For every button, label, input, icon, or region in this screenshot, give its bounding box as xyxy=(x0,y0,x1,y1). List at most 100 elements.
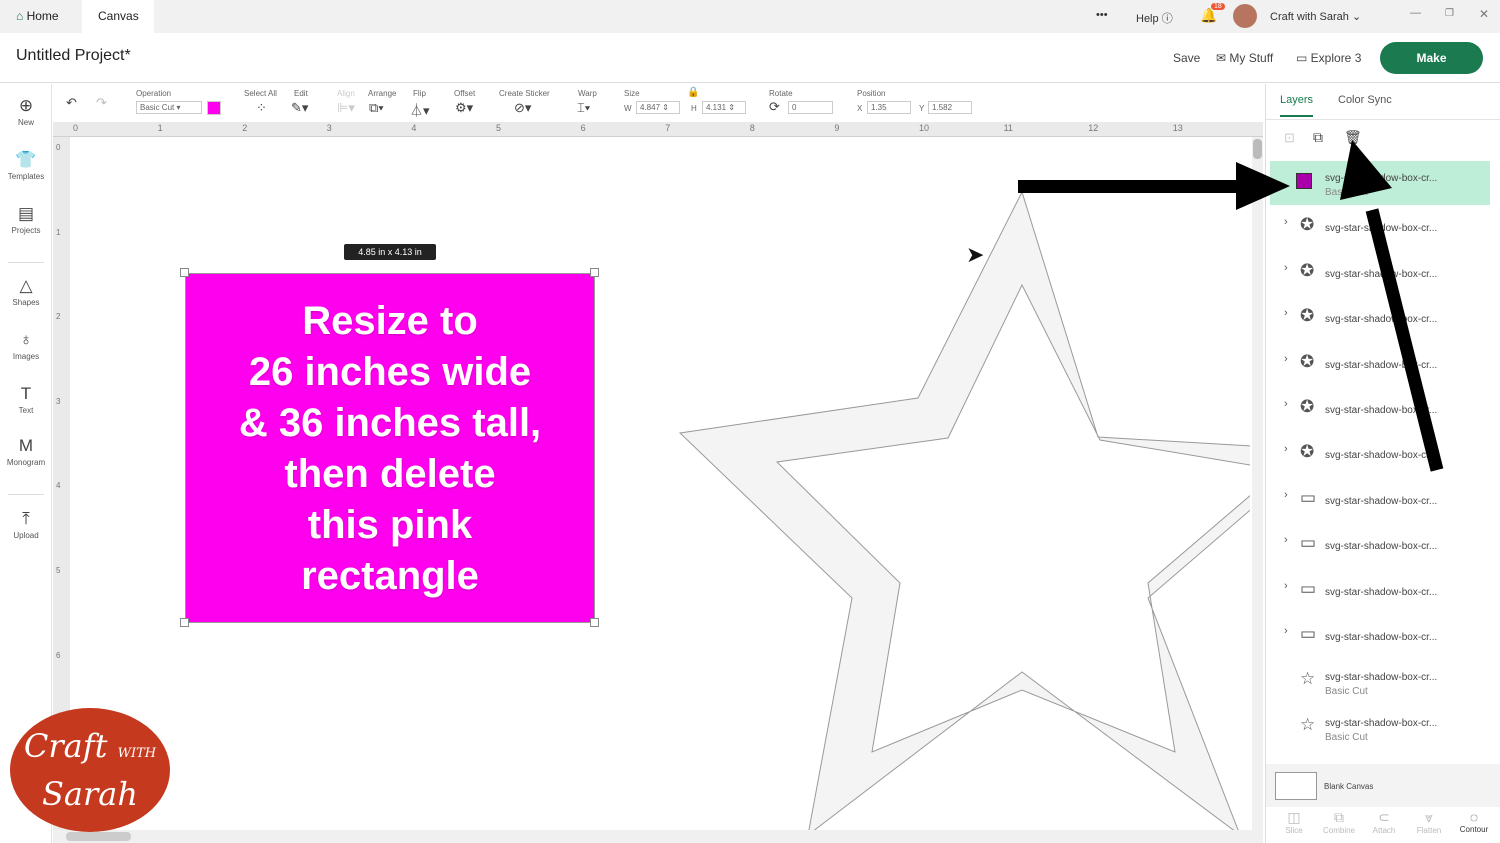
contour-button[interactable]: ◌ Contour xyxy=(1454,809,1494,834)
redo-icon[interactable]: ↷ xyxy=(96,95,107,111)
sidebar-label: New xyxy=(17,118,34,127)
combine-button[interactable]: ⧉ Combine xyxy=(1319,809,1359,835)
offset-label: Offset xyxy=(454,89,476,98)
color-swatch[interactable] xyxy=(207,101,221,115)
layer-operation: Basic Cut xyxy=(1325,686,1368,698)
flip-icon[interactable]: ⏃▾ xyxy=(410,100,430,119)
layer-item[interactable]: › ✪ svg-star-shadow-box-cr... xyxy=(1270,297,1490,341)
sidebar-item-templates[interactable]: 👕 Templates xyxy=(0,150,52,181)
sidebar-item-upload[interactable]: ⤒ Upload xyxy=(0,509,52,540)
layer-item[interactable]: › ▭ svg-star-shadow-box-cr... xyxy=(1270,479,1490,523)
layer-item[interactable]: › ✪ svg-star-shadow-box-cr... xyxy=(1270,206,1490,250)
width-input[interactable]: 4.847 ⇕ xyxy=(636,101,680,114)
sidebar-item-images[interactable]: ♁ Images xyxy=(0,330,52,361)
machine-select[interactable]: ▭ Explore 3 xyxy=(1296,51,1361,65)
chevron-right-icon[interactable]: › xyxy=(1284,307,1288,319)
chevron-right-icon[interactable]: › xyxy=(1284,625,1288,637)
make-button[interactable]: Make xyxy=(1380,42,1483,74)
layer-item[interactable]: ☆ svg-star-shadow-box-cr... Basic Cut xyxy=(1270,660,1490,704)
chevron-right-icon[interactable]: › xyxy=(1284,216,1288,228)
chevron-right-icon[interactable]: › xyxy=(1284,489,1288,501)
edit-icon[interactable]: ✎▾ xyxy=(291,100,308,116)
layer-item[interactable]: › ▭ svg-star-shadow-box-cr... xyxy=(1270,570,1490,614)
rotate-input[interactable]: 0 xyxy=(788,101,833,114)
layer-name: svg-star-shadow-box-cr... xyxy=(1325,717,1438,729)
vertical-scrollbar[interactable] xyxy=(1252,137,1263,830)
layer-item[interactable]: › ✪ svg-star-shadow-box-cr... xyxy=(1270,433,1490,477)
layer-item[interactable]: › ▭ svg-star-shadow-box-cr... xyxy=(1270,524,1490,568)
y-input[interactable]: 1.582 xyxy=(928,101,972,114)
flatten-button[interactable]: ⩔ Flatten xyxy=(1409,809,1449,835)
more-menu[interactable]: ••• xyxy=(1096,9,1108,21)
tab-layers[interactable]: Layers xyxy=(1280,94,1314,117)
chevron-right-icon[interactable]: › xyxy=(1284,398,1288,410)
avatar[interactable] xyxy=(1233,4,1257,28)
slice-button[interactable]: ◫ Slice xyxy=(1274,809,1314,835)
layer-item[interactable]: svg-star-shadow-box-cr... Basic Cut xyxy=(1270,161,1490,205)
layer-shape-icon: ▭ xyxy=(1300,487,1317,507)
resize-handle[interactable] xyxy=(180,618,189,627)
create-sticker-icon[interactable]: ⊘▾ xyxy=(514,100,531,116)
project-title[interactable]: Untitled Project* xyxy=(16,47,131,65)
sidebar-item-text[interactable]: T Text xyxy=(0,384,52,415)
select-all-icon[interactable]: ⁘ xyxy=(256,100,267,116)
layer-item[interactable]: › ✪ svg-star-shadow-box-cr... xyxy=(1270,252,1490,296)
arrange-icon[interactable]: ⧉▾ xyxy=(369,100,384,116)
layer-item[interactable]: › ✪ svg-star-shadow-box-cr... xyxy=(1270,343,1490,387)
arrange-label: Arrange xyxy=(368,89,397,98)
x-value: 1.35 xyxy=(871,103,887,112)
operation-label: Operation xyxy=(136,89,172,98)
ruler-tick: 2 xyxy=(242,123,248,133)
maximize-button[interactable]: ❐ xyxy=(1445,8,1454,19)
help-link[interactable]: Help ⓘ xyxy=(1136,10,1173,26)
duplicate-icon[interactable]: ⧉ xyxy=(1313,129,1323,146)
chevron-right-icon[interactable]: › xyxy=(1284,262,1288,274)
user-menu[interactable]: Craft with Sarah ⌄ xyxy=(1270,10,1361,23)
help-label: Help xyxy=(1136,13,1159,25)
sidebar-label: Shapes xyxy=(12,298,40,307)
tab-canvas[interactable]: Canvas xyxy=(82,0,154,33)
group-icon[interactable]: ⊡ xyxy=(1284,130,1295,146)
machine-icon: ▭ xyxy=(1296,51,1311,65)
operation-select[interactable]: Basic Cut ▾ xyxy=(136,101,202,114)
warp-icon[interactable]: ⌶▾ xyxy=(577,100,590,116)
resize-handle[interactable] xyxy=(180,268,189,277)
layer-item[interactable]: › ▭ svg-star-shadow-box-cr... xyxy=(1270,615,1490,659)
x-input[interactable]: 1.35 xyxy=(867,101,911,114)
save-button[interactable]: Save xyxy=(1173,51,1200,65)
height-input[interactable]: 4.131 ⇕ xyxy=(702,101,746,114)
my-stuff-button[interactable]: ✉ My Stuff xyxy=(1216,51,1273,65)
close-button[interactable]: ✕ xyxy=(1479,7,1489,21)
pink-rectangle[interactable]: Resize to 26 inches wide & 36 inches tall,… xyxy=(185,273,595,623)
sidebar-item-monogram[interactable]: M Monogram xyxy=(0,436,52,467)
tab-home[interactable]: ⌂ Home xyxy=(0,0,75,33)
mouse-cursor-icon: ➤ xyxy=(966,242,985,267)
shapes-icon: △ xyxy=(19,276,33,295)
position-label: Position xyxy=(857,89,886,98)
resize-handle[interactable] xyxy=(590,618,599,627)
scroll-thumb[interactable] xyxy=(66,832,131,841)
sidebar-label: Images xyxy=(12,352,40,361)
resize-handle[interactable] xyxy=(590,268,599,277)
layer-item[interactable]: › ✪ svg-star-shadow-box-cr... xyxy=(1270,388,1490,432)
align-icon[interactable]: ⊫▾ xyxy=(337,100,355,116)
chevron-right-icon[interactable]: › xyxy=(1284,580,1288,592)
chevron-right-icon[interactable]: › xyxy=(1284,534,1288,546)
undo-icon[interactable]: ↶ xyxy=(66,95,77,111)
offset-icon[interactable]: ⚙▾ xyxy=(455,100,473,116)
lock-icon[interactable]: 🔒 xyxy=(687,87,699,98)
layer-name: svg-star-shadow-box-cr... xyxy=(1325,450,1438,462)
sidebar-item-shapes[interactable]: △ Shapes xyxy=(0,276,52,307)
horizontal-scrollbar[interactable] xyxy=(53,830,1263,843)
scroll-thumb[interactable] xyxy=(1253,139,1262,159)
attach-button[interactable]: ⊂ Attach xyxy=(1364,809,1404,835)
sidebar-item-projects[interactable]: ▤ Projects xyxy=(0,204,52,235)
chevron-right-icon[interactable]: › xyxy=(1284,353,1288,365)
tab-color-sync[interactable]: Color Sync xyxy=(1338,94,1392,106)
trash-icon[interactable]: 🗑 xyxy=(1344,129,1362,146)
layer-shape-icon: ☆ xyxy=(1300,714,1316,734)
minimize-button[interactable]: — xyxy=(1410,7,1421,19)
layer-item[interactable]: ☆ svg-star-shadow-box-cr... Basic Cut xyxy=(1270,706,1490,750)
sidebar-item-new[interactable]: ⊕ New xyxy=(0,96,52,127)
chevron-right-icon[interactable]: › xyxy=(1284,443,1288,455)
